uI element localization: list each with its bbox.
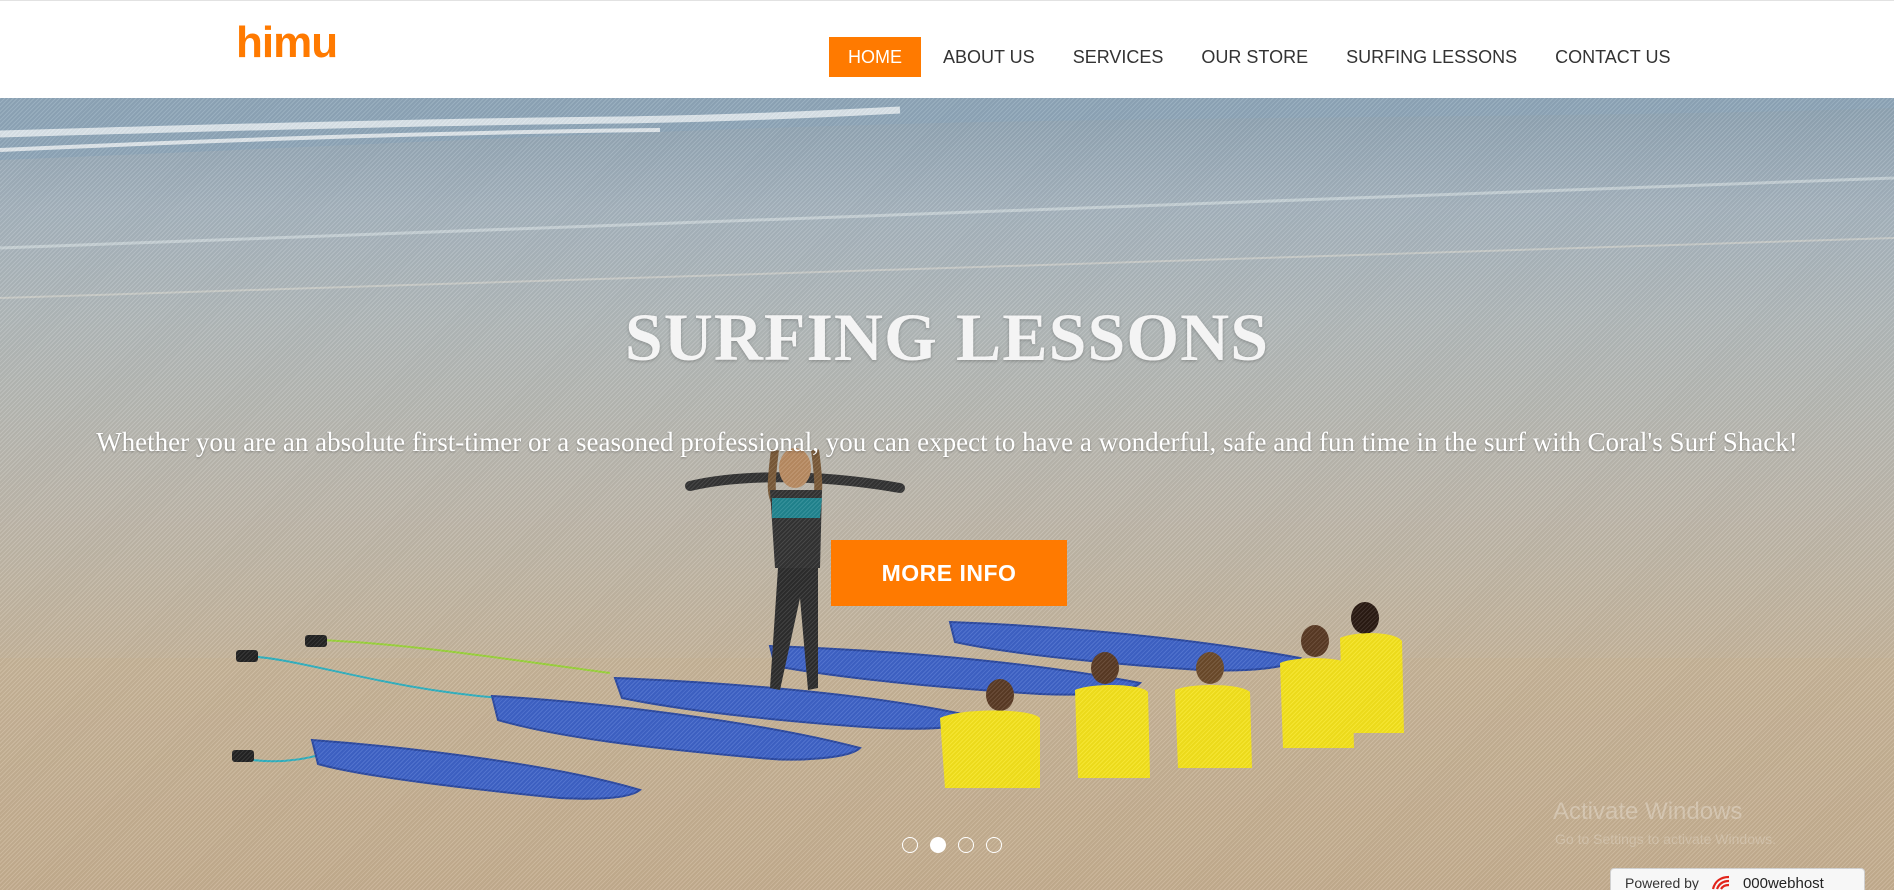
powered-by-label: Powered by [1625,875,1699,890]
activate-windows-title: Activate Windows [1553,798,1743,825]
powered-by-badge[interactable]: Powered by 000webhost [1610,868,1865,890]
slider-dot-1[interactable] [902,837,918,853]
activate-windows-subtitle: Go to Settings to activate Windows. [1555,831,1776,847]
slider-pagination [902,837,1002,853]
slider-dot-2[interactable] [930,837,946,853]
nav-item-contact-us[interactable]: CONTACT US [1536,37,1689,77]
hero-overlay-pattern [0,98,1894,890]
hero-slider: SURFING LESSONS Whether you are an absol… [0,98,1894,890]
site-logo[interactable]: himu [236,21,338,65]
nav-item-home[interactable]: HOME [829,37,921,77]
slider-dot-3[interactable] [958,837,974,853]
slider-dot-4[interactable] [986,837,1002,853]
more-info-button[interactable]: MORE INFO [831,540,1067,606]
nav-item-our-store[interactable]: OUR STORE [1182,37,1327,77]
hero-subtitle: Whether you are an absolute first-timer … [96,427,1798,457]
hero-title: SURFING LESSONS [624,299,1270,375]
nav-item-surfing-lessons[interactable]: SURFING LESSONS [1327,37,1536,77]
site-header: himu HOME ABOUT US SERVICES OUR STORE SU… [0,0,1894,98]
nav-item-about-us[interactable]: ABOUT US [924,37,1054,77]
000webhost-logo-icon [1711,875,1729,890]
powered-by-brand: 000webhost [1742,874,1824,890]
main-nav: HOME ABOUT US SERVICES OUR STORE SURFING… [829,37,1689,77]
nav-item-services[interactable]: SERVICES [1054,37,1183,77]
